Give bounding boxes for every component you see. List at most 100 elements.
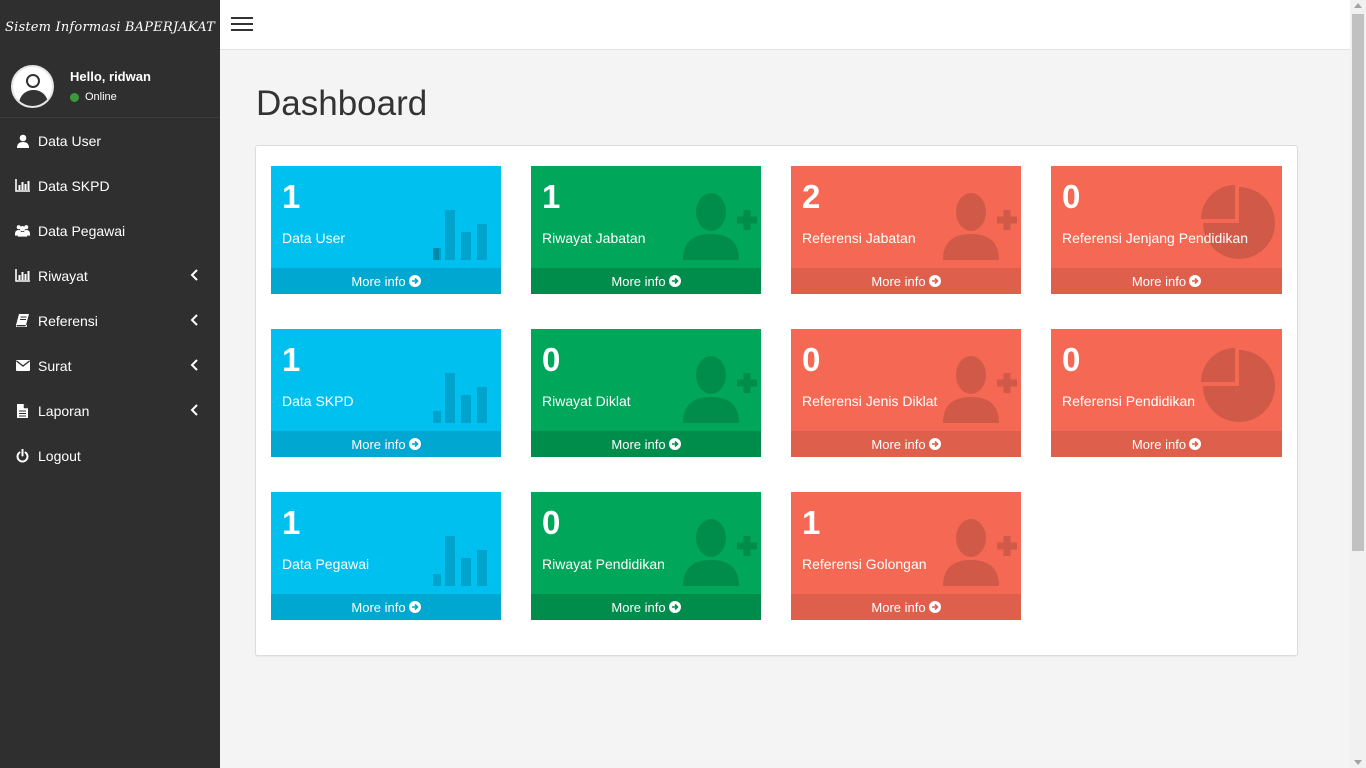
stat-box-referensi-jenjang-pendidikan: 0 Referensi Jenjang Pendidikan More info [1051, 166, 1282, 294]
more-info-label: More info [351, 599, 406, 615]
sidebar-menu: Data User Data SKPD Data Pegawai Riwayat [0, 118, 220, 478]
stat-label: Data Pegawai [282, 556, 370, 572]
sidebar-item-label: Riwayat [38, 267, 88, 284]
stat-count: 2 [802, 178, 821, 215]
more-info-label: More info [1131, 436, 1187, 452]
more-info-link[interactable]: More info [1051, 431, 1282, 457]
sidebar-item-referensi[interactable]: Referensi [0, 298, 220, 343]
sidebar-item-surat[interactable]: Surat [0, 343, 220, 388]
stat-label: Riwayat Diklat [542, 393, 631, 409]
stat-count: 0 [1062, 341, 1081, 378]
more-info-label: More info [871, 436, 926, 452]
stat-label: Data User [282, 230, 346, 246]
chevron-left-icon [190, 404, 198, 416]
scroll-down-arrow-icon[interactable] [1354, 760, 1362, 765]
sidebar-item-label: Laporan [38, 402, 90, 419]
sidebar-item-laporan[interactable]: Laporan [0, 388, 220, 433]
bar-chart-icon [433, 536, 487, 586]
bar-chart-icon [15, 268, 30, 283]
sidebar-item-label: Referensi [38, 312, 98, 329]
more-info-label: More info [1131, 273, 1187, 289]
stat-label: Riwayat Pendidikan [542, 556, 665, 572]
more-info-label: More info [871, 599, 926, 615]
stat-label: Data SKPD [282, 393, 354, 409]
stat-box-riwayat-jabatan: 1 Riwayat Jabatan More info [531, 166, 761, 294]
stat-box-riwayat-pendidikan: 0 Riwayat Pendidikan More info [531, 492, 761, 620]
users-icon [15, 223, 30, 238]
arrow-circle-right-icon [928, 275, 941, 287]
stat-box-data-pegawai: 1 Data Pegawai More info [271, 492, 501, 620]
user-plus-icon [943, 519, 1017, 586]
stat-label: Referensi Jenjang Pendidikan [1062, 230, 1249, 246]
scroll-thumb[interactable] [1352, 14, 1364, 551]
more-info-link[interactable]: More info [791, 594, 1021, 620]
more-info-link[interactable]: More info [531, 268, 761, 294]
sidebar: Sistem Informasi BAPERJAKAT Hello, ridwa… [0, 0, 220, 768]
more-info-link[interactable]: More info [271, 268, 501, 294]
more-info-link[interactable]: More info [271, 431, 501, 457]
more-info-link[interactable]: More info [271, 594, 501, 620]
more-info-link[interactable]: More info [531, 431, 761, 457]
user-greeting: Hello, ridwan [70, 69, 151, 84]
arrow-circle-right-icon [668, 438, 681, 450]
pie-chart-icon [1201, 185, 1275, 259]
envelope-icon [15, 358, 30, 373]
pie-chart-icon [1201, 348, 1275, 422]
stat-count: 1 [542, 178, 561, 215]
stat-box-referensi-golongan: 1 Referensi Golongan More info [791, 492, 1021, 620]
arrow-circle-right-icon [928, 601, 941, 613]
more-info-link[interactable]: More info [531, 594, 761, 620]
sidebar-item-riwayat[interactable]: Riwayat [0, 253, 220, 298]
sidebar-item-label: Data SKPD [38, 177, 110, 194]
page-title: Dashboard [256, 84, 428, 123]
user-plus-icon [943, 193, 1017, 260]
user-status: Online [70, 91, 151, 103]
chevron-left-icon [190, 314, 198, 326]
hamburger-menu-icon[interactable] [231, 17, 253, 33]
more-info-link[interactable]: More info [791, 268, 1021, 294]
sidebar-item-label: Data Pegawai [38, 222, 126, 239]
arrow-circle-right-icon [408, 438, 421, 450]
more-info-link[interactable]: More info [1051, 268, 1282, 294]
scroll-up-arrow-icon[interactable] [1354, 3, 1362, 8]
sidebar-item-label: Logout [38, 447, 81, 464]
arrow-circle-right-icon [408, 601, 421, 613]
app-brand[interactable]: Sistem Informasi BAPERJAKAT [0, 0, 220, 55]
stat-label: Riwayat Jabatan [542, 230, 646, 246]
bar-chart-icon [433, 210, 487, 260]
arrow-circle-right-icon [928, 438, 941, 450]
stat-count: 1 [802, 504, 821, 541]
stat-label: Referensi Pendidikan [1062, 393, 1196, 409]
sidebar-item-label: Surat [38, 357, 72, 374]
stat-box-riwayat-diklat: 0 Riwayat Diklat More info [531, 329, 761, 457]
stat-count: 1 [282, 341, 301, 378]
sidebar-item-label: Data User [38, 132, 102, 149]
more-info-label: More info [611, 436, 666, 452]
user-panel: Hello, ridwan Online [0, 55, 220, 118]
user-plus-icon [683, 193, 757, 260]
bar-chart-icon [433, 373, 487, 423]
stat-box-data-skpd: 1 Data SKPD More info [271, 329, 501, 457]
sidebar-item-data-skpd[interactable]: Data SKPD [0, 163, 220, 208]
avatar [11, 64, 54, 108]
top-navbar [220, 0, 1350, 50]
stat-count: 1 [282, 178, 301, 215]
arrow-circle-right-icon [408, 275, 421, 287]
user-plus-icon [683, 356, 757, 423]
arrow-circle-right-icon [1189, 275, 1202, 287]
sidebar-item-data-pegawai[interactable]: Data Pegawai [0, 208, 220, 253]
stat-count: 1 [282, 504, 301, 541]
online-dot-icon [70, 92, 79, 102]
stat-count: 0 [542, 341, 561, 378]
more-info-label: More info [611, 273, 666, 289]
stat-box-referensi-pendidikan: 0 Referensi Pendidikan More info [1051, 329, 1282, 457]
vertical-scrollbar[interactable] [1350, 0, 1366, 768]
arrow-circle-right-icon [1189, 438, 1202, 450]
stat-label: Referensi Jabatan [802, 230, 916, 246]
stat-box-data-user: 1 Data User More info [271, 166, 501, 294]
bar-chart-icon [15, 178, 30, 193]
sidebar-item-data-user[interactable]: Data User [0, 118, 220, 163]
more-info-link[interactable]: More info [791, 431, 1021, 457]
sidebar-item-logout[interactable]: Logout [0, 433, 220, 478]
arrow-circle-right-icon [668, 275, 681, 287]
